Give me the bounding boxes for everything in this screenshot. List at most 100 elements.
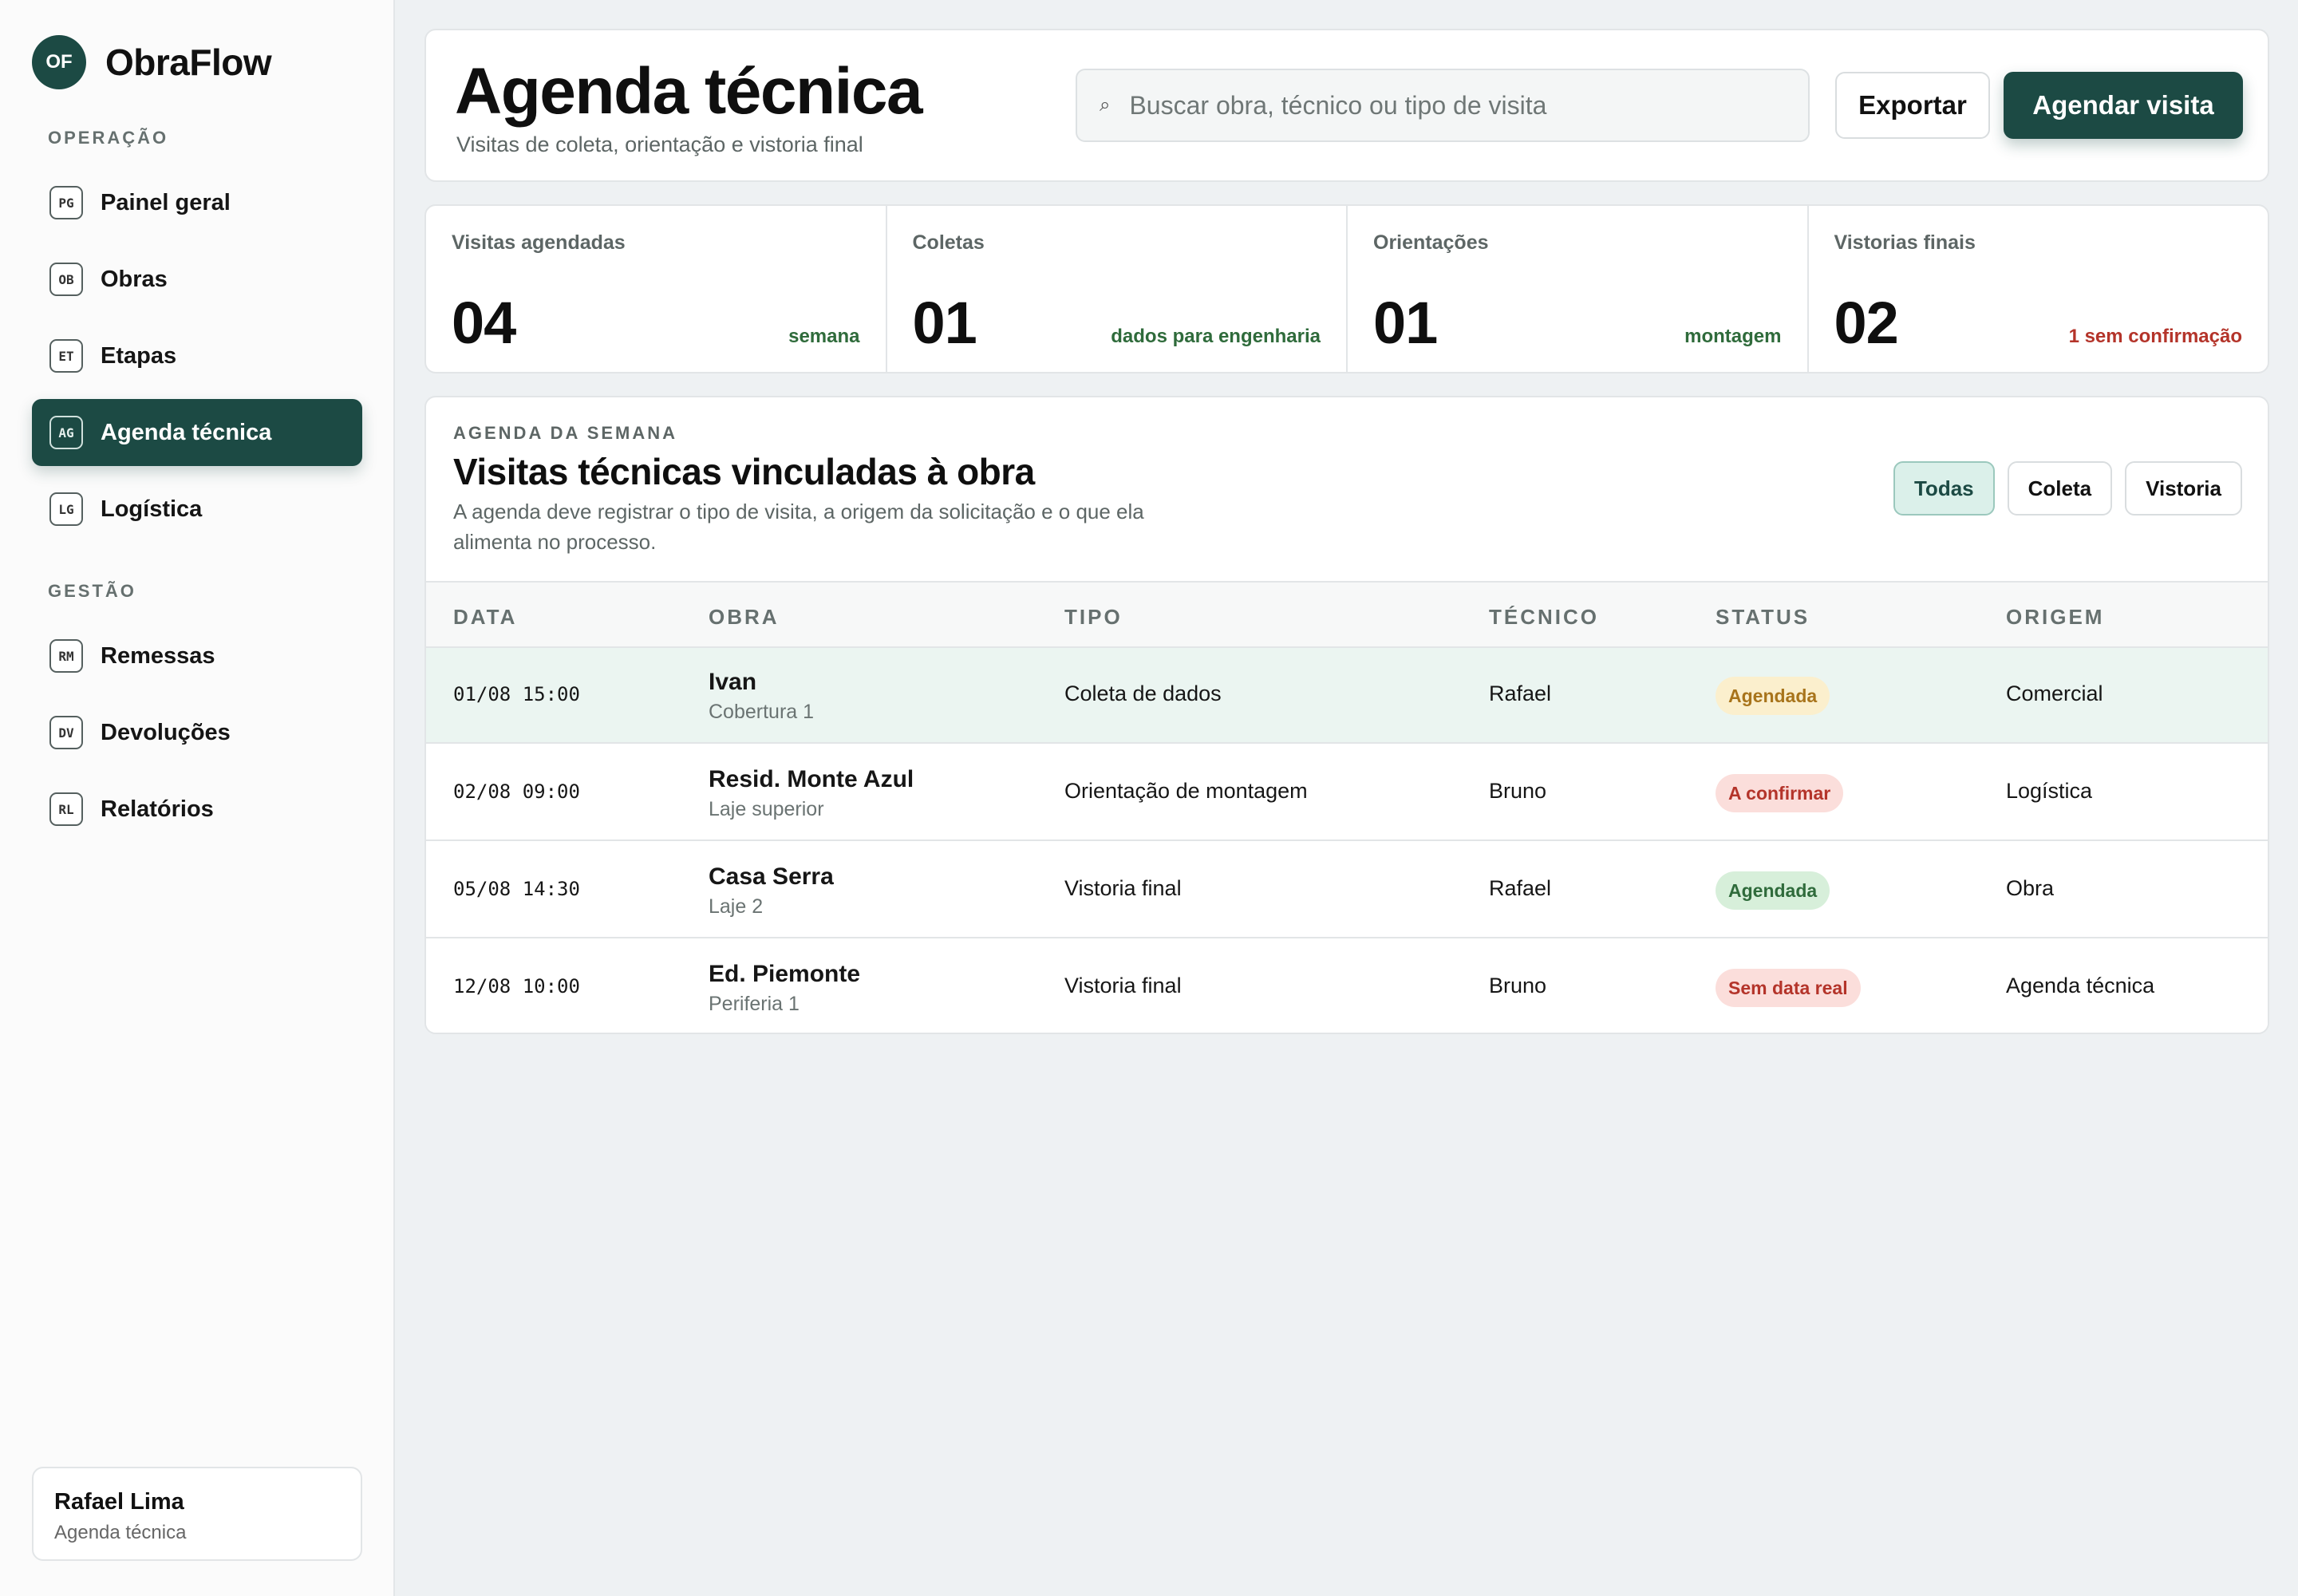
cell-date: 12/08 10:00: [453, 975, 580, 998]
agenda-description: A agenda deve registrar o tipo de visita…: [453, 500, 1144, 554]
status-badge: Sem data real: [1716, 969, 1861, 1007]
sidebar-item-agenda-tecnica[interactable]: AG Agenda técnica: [32, 399, 362, 466]
stat-coletas: Coletas 01 dados para engenharia: [887, 206, 1348, 372]
cell-obra-stage: Periferia 1: [709, 993, 800, 1015]
cell-origem: Agenda técnica: [2006, 974, 2155, 998]
column-header-tecnico[interactable]: TÉCNICO: [1489, 605, 1599, 630]
table-row[interactable]: 02/08 09:00 Resid. Monte Azul Laje super…: [426, 745, 2268, 841]
filter-group: Todas Coleta Vistoria: [1893, 461, 2242, 516]
stat-label: Orientações: [1373, 231, 1489, 254]
cell-tecnico: Rafael: [1489, 876, 1552, 900]
stats-panel: Visitas agendadas 04 semana Coletas 01 d…: [424, 204, 2269, 373]
cell-obra-stage: Laje 2: [709, 895, 764, 918]
nav-section-operacao: OPERAÇÃO: [48, 128, 169, 148]
cell-obra-name: Casa Serra: [709, 863, 834, 890]
cell-obra-name: Resid. Monte Azul: [709, 766, 914, 792]
sidebar-item-label: Agenda técnica: [101, 419, 272, 445]
nav-section-gestao: GESTÃO: [48, 581, 136, 601]
export-button[interactable]: Exportar: [1835, 72, 1990, 139]
cell-obra-name: Ivan: [709, 669, 757, 695]
user-name: Rafael Lima: [54, 1489, 184, 1515]
stat-note: dados para engenharia: [1111, 326, 1321, 347]
cell-tipo: Coleta de dados: [1064, 681, 1222, 705]
cell-tecnico: Bruno: [1489, 974, 1547, 998]
sidebar-item-etapas[interactable]: ET Etapas: [32, 322, 362, 389]
filter-coleta[interactable]: Coleta: [2007, 461, 2113, 516]
table-row[interactable]: 01/08 15:00 Ivan Cobertura 1 Coleta de d…: [426, 648, 2268, 744]
sidebar-item-devolucoes[interactable]: DV Devoluções: [32, 699, 362, 766]
stat-note: montagem: [1684, 326, 1782, 347]
cell-date: 02/08 09:00: [453, 780, 580, 803]
page-header: Agenda técnica Visitas de coleta, orient…: [424, 29, 2269, 182]
cell-tecnico: Bruno: [1489, 779, 1547, 803]
filter-vistoria[interactable]: Vistoria: [2125, 461, 2242, 516]
sidebar-item-label: Etapas: [101, 342, 177, 369]
user-card[interactable]: Rafael Lima Agenda técnica: [32, 1467, 362, 1561]
stat-orientacoes: Orientações 01 montagem: [1348, 206, 1809, 372]
sidebar-item-logistica[interactable]: LG Logística: [32, 476, 362, 543]
status-badge: Agendada: [1716, 677, 1830, 715]
column-header-data[interactable]: DATA: [453, 605, 517, 630]
painel-geral-icon: PG: [49, 186, 83, 219]
stat-visitas-agendadas: Visitas agendadas 04 semana: [426, 206, 887, 372]
agenda-eyebrow: AGENDA DA SEMANA: [453, 423, 678, 443]
stat-value: 01: [912, 290, 977, 356]
filter-todas[interactable]: Todas: [1893, 461, 1995, 516]
cell-tipo: Vistoria final: [1064, 974, 1182, 998]
logistica-icon: LG: [49, 492, 83, 526]
brand-name: ObraFlow: [105, 41, 272, 83]
devolucoes-icon: DV: [49, 716, 83, 749]
page-title: Agenda técnica: [455, 55, 923, 128]
stat-value: 01: [1373, 290, 1438, 356]
stat-vistorias-finais: Vistorias finais 02 1 sem confirmação: [1809, 206, 2268, 372]
sidebar-item-obras[interactable]: OB Obras: [32, 246, 362, 313]
search-icon: ⌕: [1100, 94, 1111, 116]
sidebar-item-label: Logística: [101, 496, 203, 522]
table-row[interactable]: 12/08 10:00 Ed. Piemonte Periferia 1 Vis…: [426, 940, 2268, 1033]
stat-label: Vistorias finais: [1834, 231, 1976, 254]
column-header-origem[interactable]: ORIGEM: [2006, 605, 2104, 630]
sidebar-item-relatorios[interactable]: RL Relatórios: [32, 776, 362, 843]
cell-tecnico: Rafael: [1489, 681, 1552, 705]
cell-tipo: Vistoria final: [1064, 876, 1182, 900]
cell-origem: Logística: [2006, 779, 2093, 803]
agenda-title: Visitas técnicas vinculadas à obra: [453, 451, 1035, 492]
cell-origem: Obra: [2006, 876, 2055, 900]
sidebar-item-painel-geral[interactable]: PG Painel geral: [32, 169, 362, 236]
sidebar-item-label: Devoluções: [101, 719, 231, 745]
sidebar-item-label: Remessas: [101, 642, 215, 669]
etapas-icon: ET: [49, 339, 83, 373]
search-box[interactable]: ⌕: [1076, 69, 1810, 142]
cell-date: 05/08 14:30: [453, 878, 580, 900]
remessas-icon: RM: [49, 639, 83, 673]
brand[interactable]: OF ObraFlow: [32, 35, 272, 89]
status-badge: A confirmar: [1716, 774, 1844, 812]
user-role: Agenda técnica: [54, 1522, 187, 1543]
relatorios-icon: RL: [49, 792, 83, 826]
cell-origem: Comercial: [2006, 681, 2103, 705]
agenda-panel: AGENDA DA SEMANA Visitas técnicas vincul…: [424, 396, 2269, 1034]
column-header-obra[interactable]: OBRA: [709, 605, 780, 630]
sidebar-item-label: Obras: [101, 266, 168, 292]
stat-label: Coletas: [912, 231, 985, 254]
column-header-status[interactable]: STATUS: [1716, 605, 1810, 630]
cell-tipo: Orientação de montagem: [1064, 779, 1308, 803]
status-badge: Agendada: [1716, 871, 1830, 910]
cell-date: 01/08 15:00: [453, 683, 580, 705]
stat-label: Visitas agendadas: [452, 231, 626, 254]
stat-note: 1 sem confirmação: [2068, 326, 2242, 347]
column-header-tipo[interactable]: TIPO: [1064, 605, 1123, 630]
stat-note: semana: [788, 326, 860, 347]
schedule-visit-button[interactable]: Agendar visita: [2004, 72, 2243, 139]
cell-obra-stage: Laje superior: [709, 798, 824, 820]
cell-obra-stage: Cobertura 1: [709, 701, 815, 723]
brand-logo-icon: OF: [32, 35, 86, 89]
sidebar-item-label: Relatórios: [101, 796, 214, 822]
stat-value: 02: [1834, 290, 1899, 356]
table-header: DATA OBRA TIPO TÉCNICO STATUS ORIGEM: [426, 581, 2268, 648]
cell-obra-name: Ed. Piemonte: [709, 961, 861, 987]
table-row[interactable]: 05/08 14:30 Casa Serra Laje 2 Vistoria f…: [426, 843, 2268, 938]
stat-value: 04: [452, 290, 516, 356]
sidebar-item-remessas[interactable]: RM Remessas: [32, 622, 362, 689]
search-input[interactable]: [1129, 90, 1784, 120]
